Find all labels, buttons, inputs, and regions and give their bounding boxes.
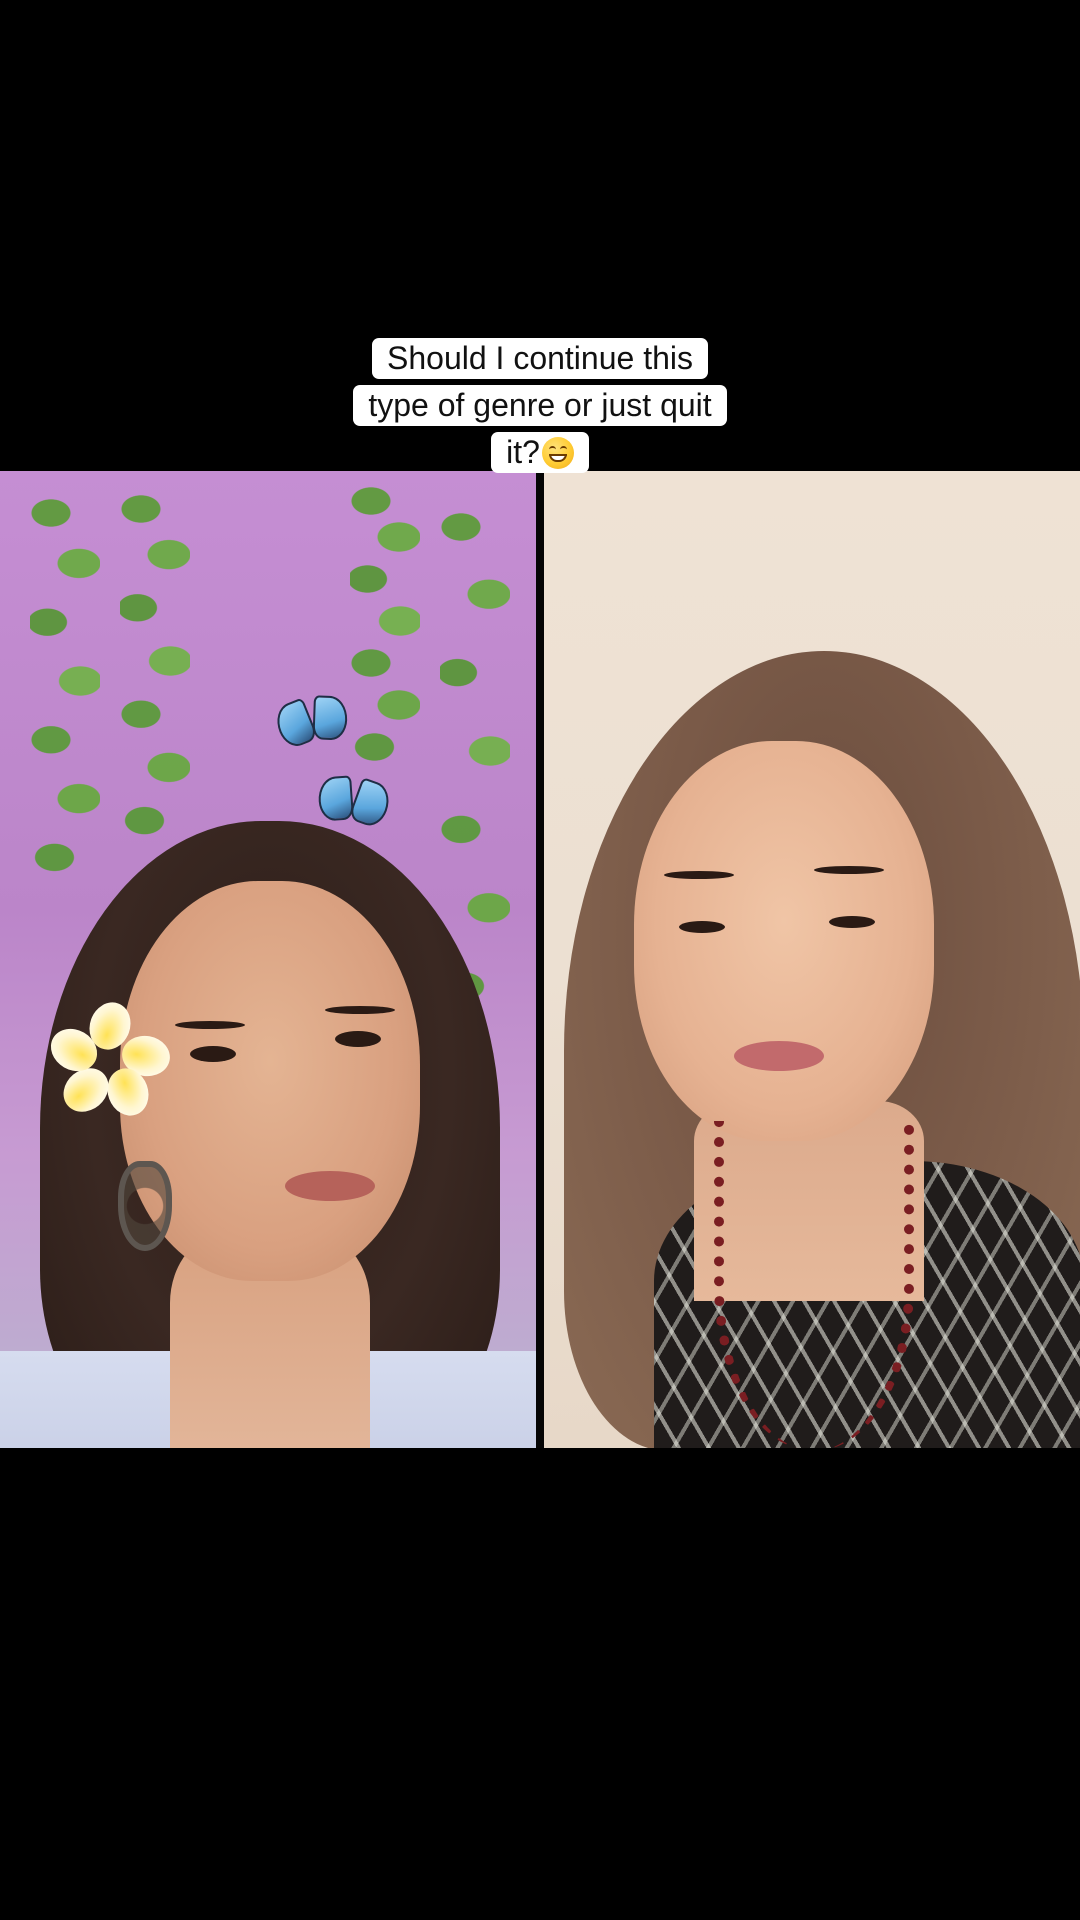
butterfly-icon [315,774,395,833]
eye [829,916,875,928]
caption-text-3: it? [506,434,540,470]
flower-accessory-icon [43,996,174,1122]
grinning-face-emoji-icon [541,437,574,469]
caption-line-3: it? [0,432,1080,479]
caption-line-2: type of genre or just quit [0,385,1080,432]
person-face [634,741,934,1141]
right-video-pane[interactable] [544,471,1080,1448]
caption-line-1: Should I continue this [0,338,1080,385]
caption-chip-3: it? [491,432,589,473]
earring [118,1161,172,1251]
caption-text-2: type of genre or just quit [353,385,727,426]
vine-decoration [30,471,100,891]
eyebrow [664,871,734,879]
eyebrow [175,1021,245,1029]
eye [190,1046,236,1062]
vine-decoration [350,471,420,771]
split-divider [536,471,544,1448]
eye [679,921,725,933]
vine-decoration [120,471,190,851]
eyebrow [814,866,884,874]
left-video-pane[interactable] [0,471,536,1448]
eyebrow [325,1006,395,1014]
video-screen[interactable]: Should I continue this type of genre or … [0,0,1080,1920]
butterfly-icon [270,693,352,754]
caption-overlay: Should I continue this type of genre or … [0,338,1080,479]
eye [335,1031,381,1047]
lips [734,1041,824,1071]
lips [285,1171,375,1201]
bead-necklace [714,1121,914,1448]
caption-text-1: Should I continue this [372,338,708,379]
